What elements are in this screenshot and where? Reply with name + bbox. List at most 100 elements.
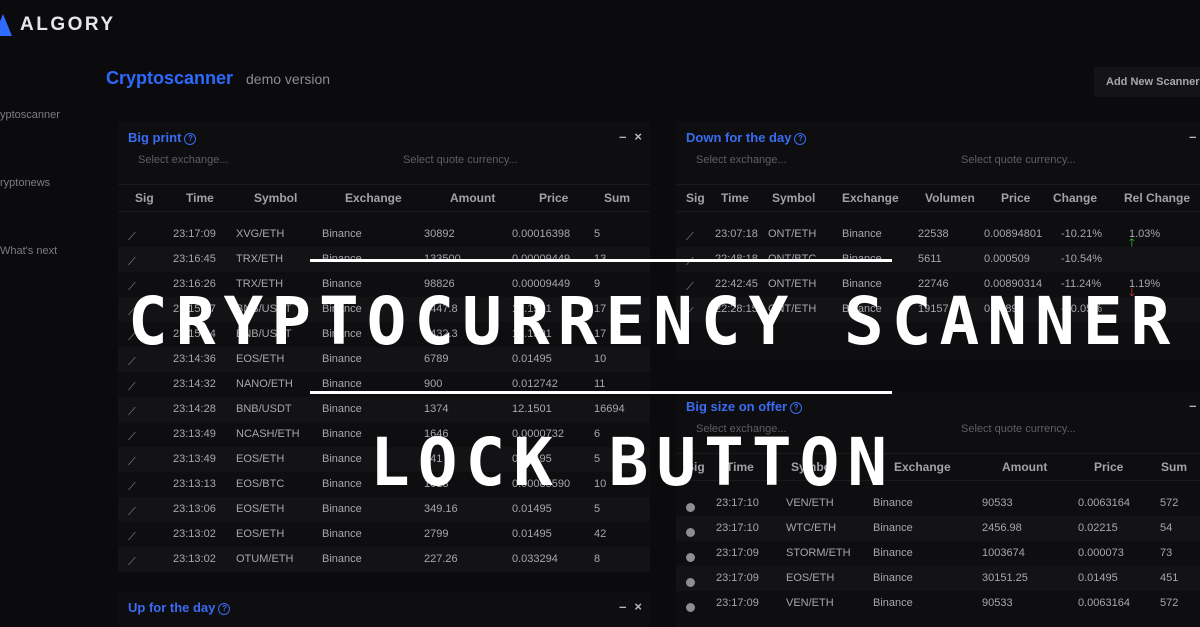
cell-sum: 5 [594,503,601,515]
help-icon[interactable]: ? [218,603,231,615]
trend-icon [128,531,140,544]
cell-exchange: Binance [873,572,913,584]
cell-price: 12.1501 [512,403,552,415]
up-circle-icon [686,553,695,562]
cell-volumen: 5611 [918,253,942,265]
col-symbol[interactable]: Symbol [254,191,297,205]
close-icon[interactable]: × [634,599,642,614]
col-sum[interactable]: Sum [604,191,630,205]
cell-sum: 42 [594,528,607,540]
cell-symbol: BNB/USDT [236,403,292,415]
close-icon[interactable]: × [634,129,642,144]
col-rel-change[interactable]: Rel Change [1124,191,1190,205]
cell-price: 0.01495 [512,528,552,540]
sidebar: yptoscanner ryptonews What's next [0,0,100,627]
col-time[interactable]: Time [721,191,749,205]
minimize-icon[interactable]: – [619,129,626,144]
cell-amount: 30151.25 [982,572,1028,584]
cell-price: 0.00894801 [984,228,1043,240]
col-time[interactable]: Time [186,191,214,205]
select-quote-currency[interactable]: Select quote currency... [961,423,1076,435]
cell-symbol: NANO/ETH [236,378,293,390]
cell-amount: 90533 [982,597,1013,609]
col-exchange[interactable]: Exchange [345,191,402,205]
cell-time: 23:17:10 [716,522,759,534]
panel-controls: –× [1181,398,1200,413]
table-row[interactable]: 23:17:09 STORM/ETH Binance 1003674 0.000073 7… [676,541,1200,566]
select-quote-currency[interactable]: Select quote currency... [403,154,518,166]
cell-price: 0.02215 [1078,522,1118,534]
col-exchange[interactable]: Exchange [842,191,899,205]
cell-price: 0.01495 [1078,572,1118,584]
cell-amount: 30892 [424,228,455,240]
cell-time: 23:13:49 [173,453,216,465]
cell-time: 23:13:02 [173,528,216,540]
col-amount[interactable]: Amount [1002,460,1047,474]
table-row[interactable]: 23:17:09 EOS/ETH Binance 30151.25 0.01495 451 [676,566,1200,591]
col-sig[interactable]: Sig [686,191,705,205]
table-header: Sig Time Symbol Exchange Volumen Price C… [676,184,1200,212]
trend-icon [686,231,698,244]
cell-price: 0.0063164 [1078,497,1130,509]
cell-symbol: EOS/ETH [236,528,285,540]
col-price[interactable]: Price [1094,460,1123,474]
cell-exchange: Binance [322,528,362,540]
cell-volumen: 22538 [918,228,949,240]
banner-bottom-rule [310,391,892,394]
col-sum[interactable]: Sum [1161,460,1187,474]
cell-time: 23:14:28 [173,403,216,415]
cell-sum: 572 [1160,597,1179,609]
cell-symbol: NCASH/ETH [236,428,300,440]
cell-time: 23:17:09 [716,572,759,584]
select-exchange[interactable]: Select exchange... [138,154,229,166]
col-price[interactable]: Price [1001,191,1030,205]
cell-change: -10.54% [1061,253,1102,265]
panel-controls: –× [611,129,642,144]
panel-title: Down for the day? [686,130,807,145]
cell-amount: 349.16 [424,503,458,515]
trend-icon [128,481,140,494]
up-circle-icon [686,503,695,512]
col-price[interactable]: Price [539,191,568,205]
help-icon[interactable]: ? [790,402,803,414]
select-exchange[interactable]: Select exchange... [696,154,787,166]
minimize-icon[interactable]: – [1189,398,1196,413]
table-row[interactable]: 23:13:02 OTUM/ETH Binance 227.26 0.033294 8 [118,547,650,572]
cell-exchange: Binance [322,403,362,415]
cell-time: 23:17:09 [173,228,216,240]
add-new-scanner-button[interactable]: Add New Scanner [1094,67,1200,97]
up-circle-icon [686,578,695,587]
table-row[interactable]: 23:17:09 XVG/ETH Binance 30892 0.00016398 5 [118,222,650,247]
cell-symbol: EOS/BTC [236,478,285,490]
cell-sum: 73 [1160,547,1173,559]
col-volumen[interactable]: Volumen [925,191,975,205]
col-symbol[interactable]: Symbol [772,191,815,205]
cell-sum: 54 [1160,522,1173,534]
col-sig[interactable]: Sig [135,191,154,205]
table-row[interactable]: 23:17:09 VEN/ETH Binance 90533 0.0063164 572 [676,591,1200,616]
trend-icon [128,356,140,369]
cell-exchange: Binance [873,547,913,559]
sidebar-item-cryptonews[interactable]: ryptonews [0,177,50,189]
cell-rel-change: 🡑 1.03% [1129,228,1160,249]
sidebar-item-cryptoscanner[interactable]: yptoscanner [0,109,60,121]
table-row[interactable]: 23:14:28 BNB/USDT Binance 1374 12.1501 16694 [118,397,650,422]
col-change[interactable]: Change [1053,191,1097,205]
cell-time: 23:14:32 [173,378,216,390]
minimize-icon[interactable]: – [1189,129,1196,144]
help-icon[interactable]: ? [184,133,197,145]
sidebar-item-whats-next[interactable]: What's next [0,245,57,257]
select-quote-currency[interactable]: Select quote currency... [961,154,1076,166]
banner-headline: CRYPTOCURRENCY SCANNER [128,283,1179,360]
cell-exchange: Binance [322,378,362,390]
col-exchange[interactable]: Exchange [894,460,951,474]
table-row[interactable]: 23:17:10 WTC/ETH Binance 2456.98 0.02215 54 [676,516,1200,541]
cell-time: 23:07:18 [715,228,758,240]
col-amount[interactable]: Amount [450,191,495,205]
panel-controls: –× [1181,129,1200,144]
cell-exchange: Binance [873,522,913,534]
minimize-icon[interactable]: – [619,599,626,614]
table-row[interactable]: 23:13:02 EOS/ETH Binance 2799 0.01495 42 [118,522,650,547]
help-icon[interactable]: ? [794,133,807,145]
table-row[interactable]: 23:07:18 ONT/ETH Binance 22538 0.00894801 -10… [676,222,1200,249]
